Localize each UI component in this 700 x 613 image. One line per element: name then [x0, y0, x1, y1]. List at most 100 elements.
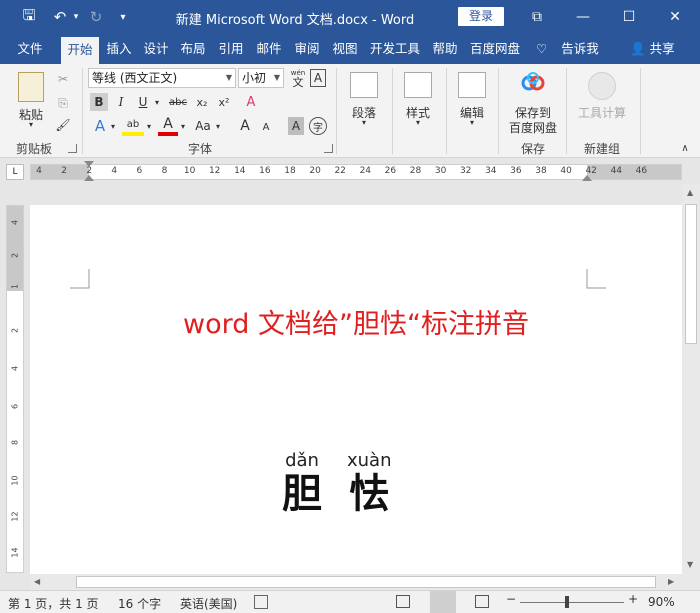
window-title: 新建 Microsoft Word 文档.docx - Word — [175, 13, 415, 28]
copy-icon[interactable]: ⎘ — [54, 94, 72, 112]
tab-insert[interactable]: 插入 — [102, 34, 136, 64]
tab-selector-icon[interactable]: L — [6, 164, 24, 180]
cut-icon[interactable]: ✂ — [54, 70, 72, 88]
strikethrough-button[interactable]: abc — [166, 93, 190, 111]
vertical-scroll-thumb[interactable] — [685, 204, 697, 344]
horizontal-scrollbar[interactable]: ◀ ▶ — [30, 574, 700, 590]
scroll-right-icon[interactable]: ▶ — [668, 577, 674, 586]
underline-button[interactable]: U — [134, 93, 152, 111]
grow-font-button[interactable]: A — [236, 116, 254, 136]
text-effects-dropdown-icon[interactable]: ▾ — [108, 116, 118, 136]
zoom-slider-thumb[interactable] — [564, 596, 569, 608]
bold-button[interactable]: B — [90, 93, 108, 111]
styles-icon[interactable] — [404, 72, 432, 98]
web-layout-icon[interactable] — [475, 595, 489, 608]
zoom-out-button[interactable]: − — [506, 592, 516, 606]
clipboard-launcher-icon[interactable] — [68, 144, 77, 153]
tab-references[interactable]: 引用 — [214, 34, 248, 64]
macro-record-icon[interactable] — [254, 595, 268, 609]
phonetic-guide-icon[interactable]: wén 文 — [288, 68, 308, 88]
font-color-button[interactable]: A — [158, 116, 178, 136]
font-size-combo[interactable]: 小初 ▼ — [238, 68, 284, 88]
editing-icon[interactable] — [458, 72, 486, 98]
share-label: 共享 — [649, 41, 675, 56]
tab-home[interactable]: 开始 — [61, 37, 99, 64]
undo-icon[interactable]: ↶ — [48, 0, 72, 34]
paragraph-dropdown-icon[interactable]: ▾ — [357, 118, 371, 127]
document-title-text[interactable]: word 文档给”胆怯“标注拼音 — [50, 302, 662, 341]
undo-dropdown-icon[interactable]: ▾ — [70, 0, 82, 34]
customize-qat-icon[interactable]: ▾ — [114, 0, 132, 34]
document-page[interactable]: word 文档给”胆怯“标注拼音 dǎn 胆 xuàn 怯 — [30, 205, 682, 574]
change-case-button[interactable]: Aa — [192, 116, 214, 136]
font-color-dropdown-icon[interactable]: ▾ — [178, 116, 188, 136]
font-name-combo[interactable]: 等线 (西文正文) ▼ — [88, 68, 236, 88]
enclose-characters-button[interactable]: 字 — [309, 117, 327, 135]
ruby-char-1[interactable]: dǎn 胆 — [282, 450, 322, 517]
read-mode-icon[interactable] — [396, 595, 410, 608]
tab-mailings[interactable]: 邮件 — [252, 34, 286, 64]
horizontal-scroll-thumb[interactable] — [76, 576, 656, 588]
save-to-baidu-line2[interactable]: 百度网盘 — [506, 119, 560, 136]
tab-review[interactable]: 审阅 — [290, 34, 324, 64]
close-button[interactable]: ✕ — [652, 0, 698, 34]
superscript-button[interactable]: x² — [214, 93, 234, 111]
italic-button[interactable]: I — [112, 93, 130, 111]
underline-dropdown-icon[interactable]: ▾ — [152, 93, 162, 111]
change-case-dropdown-icon[interactable]: ▾ — [213, 116, 223, 136]
text-effects-button[interactable]: A — [90, 116, 110, 136]
minimize-button[interactable]: — — [560, 0, 606, 34]
ribbon-display-icon[interactable]: ⧉ — [514, 0, 560, 34]
right-indent-handle[interactable] — [582, 175, 592, 181]
clipboard-group-label: 剪贴板 — [15, 142, 52, 156]
language-indicator[interactable]: 英语(美国) — [180, 595, 237, 612]
share-button[interactable]: 👤 共享 — [630, 34, 675, 64]
scroll-left-icon[interactable]: ◀ — [34, 577, 40, 586]
editing-dropdown-icon[interactable]: ▾ — [465, 118, 479, 127]
document-canvas[interactable]: word 文档给”胆怯“标注拼音 dǎn 胆 xuàn 怯 — [30, 184, 682, 574]
paste-dropdown-icon[interactable]: ▾ — [24, 120, 38, 129]
tab-file[interactable]: 文件 — [8, 34, 52, 64]
tell-me-box[interactable]: ♡ 告诉我 — [536, 34, 599, 64]
tab-view[interactable]: 视图 — [328, 34, 362, 64]
ruby-char-2[interactable]: xuàn 怯 — [347, 450, 392, 517]
ruler-tick: 16 — [259, 166, 271, 176]
tab-design[interactable]: 设计 — [139, 34, 173, 64]
zoom-slider-track[interactable] — [520, 602, 624, 603]
scroll-up-icon[interactable]: ▲ — [687, 188, 693, 197]
page-count[interactable]: 第 1 页，共 1 页 — [8, 595, 99, 612]
login-button[interactable]: 登录 — [458, 7, 504, 26]
clear-formatting-icon[interactable]: A — [240, 93, 262, 111]
zoom-level[interactable]: 90% — [648, 595, 675, 609]
styles-dropdown-icon[interactable]: ▾ — [411, 118, 425, 127]
collapse-ribbon-icon[interactable]: ∧ — [678, 142, 692, 154]
highlight-dropdown-icon[interactable]: ▾ — [144, 116, 154, 136]
word-count[interactable]: 16 个字 — [118, 595, 161, 612]
horizontal-ruler[interactable]: 4 2 2 4 6 8 10 12 14 16 18 20 22 24 26 28 30 32 34 36 38 40 42… — [30, 161, 682, 181]
paragraph-icon[interactable] — [350, 72, 378, 98]
font-launcher-icon[interactable] — [324, 144, 333, 153]
subscript-button[interactable]: x₂ — [192, 93, 212, 111]
paste-icon[interactable] — [18, 72, 44, 102]
scroll-down-icon[interactable]: ▼ — [687, 560, 693, 569]
zoom-in-button[interactable]: + — [628, 592, 638, 606]
vertical-scrollbar[interactable]: ▲ ▼ — [682, 184, 700, 574]
shrink-font-button[interactable]: A — [258, 118, 274, 136]
format-painter-icon[interactable]: 🖌 — [54, 116, 72, 134]
hanging-indent-handle[interactable] — [84, 175, 94, 181]
highlight-button[interactable]: ab — [122, 116, 144, 136]
first-line-indent-handle[interactable] — [84, 161, 94, 167]
vertical-ruler[interactable]: 4 2 1 2 4 6 8 10 12 14 — [6, 205, 24, 573]
save-icon[interactable]: 🖫 — [14, 0, 44, 34]
tab-help[interactable]: 帮助 — [428, 34, 462, 64]
tab-developer[interactable]: 开发工具 — [366, 34, 424, 64]
char-border-icon[interactable]: A — [310, 69, 326, 87]
ruler-tick: 38 — [535, 166, 547, 176]
tab-layout[interactable]: 布局 — [176, 34, 210, 64]
char-shading-button[interactable]: A — [288, 117, 304, 135]
print-layout-icon[interactable] — [430, 591, 456, 613]
tab-baidu-netdisk[interactable]: 百度网盘 — [466, 34, 524, 64]
redo-icon[interactable]: ↻ — [84, 0, 108, 34]
maximize-button[interactable]: ☐ — [606, 0, 652, 34]
baidu-netdisk-icon[interactable] — [520, 70, 546, 96]
